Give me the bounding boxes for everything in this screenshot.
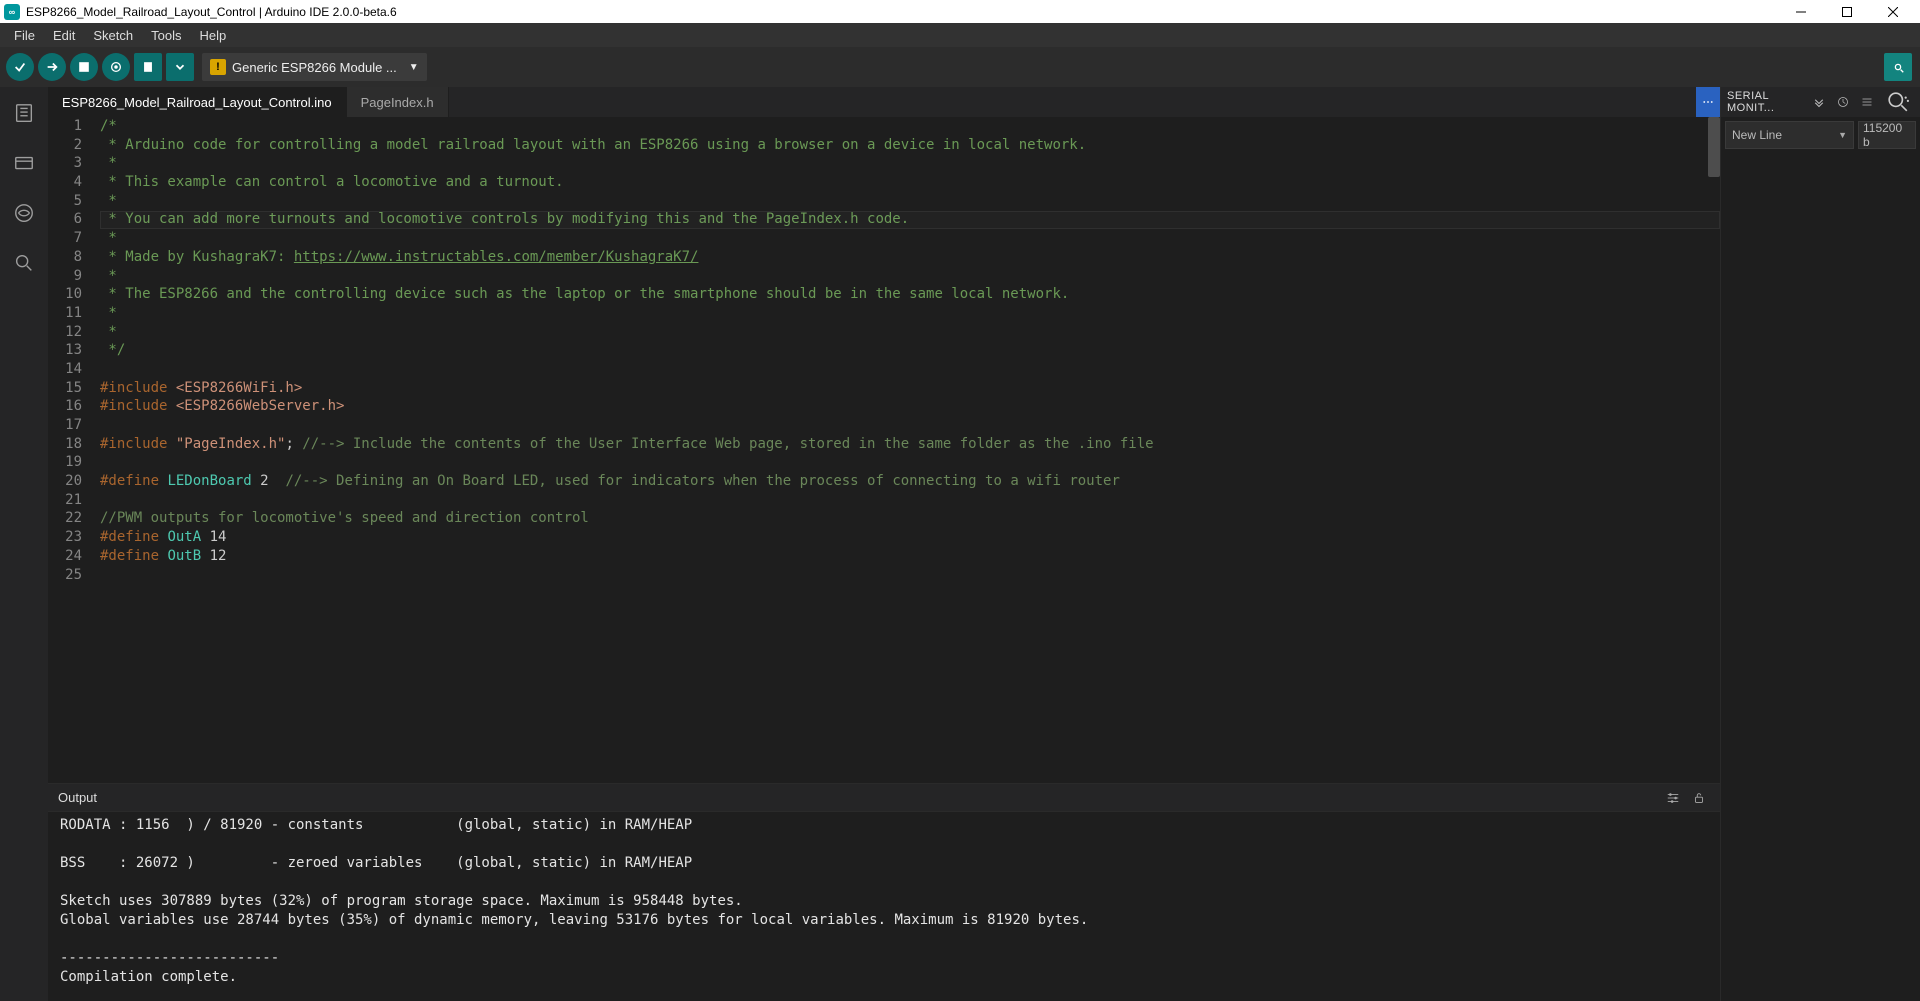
maximize-button[interactable] (1824, 0, 1870, 23)
toolbar-extra-button-2[interactable] (166, 53, 194, 81)
menubar: File Edit Sketch Tools Help (0, 23, 1920, 47)
code-editor[interactable]: 1234567891011121314151617181920212223242… (48, 117, 1720, 783)
main-area: ESP8266_Model_Railroad_Layout_Control.in… (0, 87, 1920, 1001)
serial-settings-icon[interactable] (1858, 93, 1876, 111)
left-sidebar (0, 87, 48, 1001)
code-content[interactable]: /* * Arduino code for controlling a mode… (100, 117, 1720, 783)
chevron-down-icon: ▼ (409, 62, 419, 73)
tab-pageindex-h[interactable]: PageIndex.h (347, 87, 449, 117)
board-selector[interactable]: ! Generic ESP8266 Module ... ▼ (202, 53, 427, 81)
serial-monitor-panel: SERIAL MONIT... New (1720, 87, 1920, 1001)
baud-rate-select[interactable]: 115200 b (1858, 121, 1916, 149)
serial-expand-icon[interactable] (1810, 93, 1828, 111)
app-icon: ∞ (4, 4, 20, 20)
current-line-highlight (100, 211, 1720, 230)
line-gutter: 1234567891011121314151617181920212223242… (48, 117, 100, 783)
window-titlebar: ∞ ESP8266_Model_Railroad_Layout_Control … (0, 0, 1920, 23)
serial-title: SERIAL MONIT... (1727, 90, 1804, 114)
output-panel: Output RODATA : 1156 ) / 81920 - constan… (48, 783, 1720, 1001)
verify-button[interactable] (6, 53, 34, 81)
output-body[interactable]: RODATA : 1156 ) / 81920 - constants (glo… (48, 812, 1720, 1001)
sketchbook-icon[interactable] (10, 99, 38, 127)
chevron-down-icon: ▼ (1838, 130, 1847, 140)
menu-file[interactable]: File (6, 26, 43, 45)
zoom-icon[interactable] (1882, 91, 1914, 113)
tab-main-ino[interactable]: ESP8266_Model_Railroad_Layout_Control.in… (48, 87, 347, 117)
menu-sketch[interactable]: Sketch (85, 26, 141, 45)
board-label: Generic ESP8266 Module ... (232, 60, 397, 75)
output-header: Output (48, 784, 1720, 812)
editor-tabs: ESP8266_Model_Railroad_Layout_Control.in… (48, 87, 1720, 117)
menu-edit[interactable]: Edit (45, 26, 83, 45)
menu-help[interactable]: Help (191, 26, 234, 45)
output-lock-icon[interactable] (1688, 787, 1710, 809)
warning-icon: ! (210, 59, 226, 75)
debug-start-button[interactable] (70, 53, 98, 81)
window-title: ESP8266_Model_Railroad_Layout_Control | … (26, 5, 1778, 19)
serial-plotter-button[interactable] (1884, 53, 1912, 81)
toolbar: ! Generic ESP8266 Module ... ▼ (0, 47, 1920, 87)
minimize-button[interactable] (1778, 0, 1824, 23)
workspace: ESP8266_Model_Railroad_Layout_Control.in… (48, 87, 1920, 1001)
output-title: Output (58, 790, 97, 805)
search-icon[interactable] (10, 249, 38, 277)
serial-clock-icon[interactable] (1834, 93, 1852, 111)
menu-tools[interactable]: Tools (143, 26, 189, 45)
tab-overflow-button[interactable] (1696, 87, 1720, 117)
output-settings-icon[interactable] (1662, 787, 1684, 809)
close-button[interactable] (1870, 0, 1916, 23)
serial-header: SERIAL MONIT... (1721, 87, 1920, 117)
serial-controls: New Line ▼ 115200 b (1721, 117, 1920, 153)
toolbar-extra-button-1[interactable] (134, 53, 162, 81)
window-controls (1778, 0, 1916, 23)
line-ending-select[interactable]: New Line ▼ (1725, 121, 1854, 149)
scroll-thumb[interactable] (1708, 117, 1720, 177)
debug-config-button[interactable] (102, 53, 130, 81)
editor-scrollbar[interactable] (1708, 117, 1720, 783)
upload-button[interactable] (38, 53, 66, 81)
library-manager-icon[interactable] (10, 199, 38, 227)
boards-manager-icon[interactable] (10, 149, 38, 177)
